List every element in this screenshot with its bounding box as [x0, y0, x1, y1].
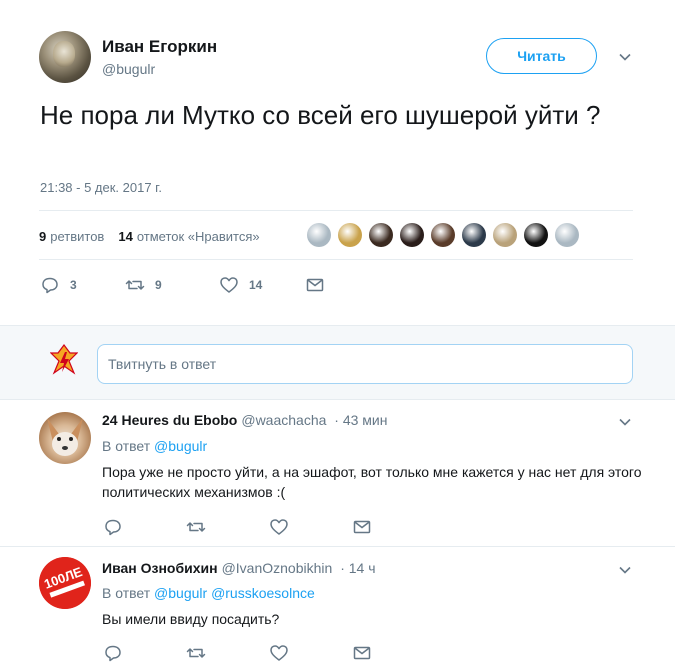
like-action[interactable]: 14	[219, 275, 305, 295]
reply-avatar[interactable]: 100ЛЕ	[39, 557, 91, 609]
retweet-action[interactable]: 9	[125, 275, 219, 295]
reply-actions	[103, 517, 372, 537]
reply-author[interactable]: Иван Ознобихин @IvanOznobikhin · 14 ч	[102, 560, 376, 576]
follow-button[interactable]: Читать	[486, 38, 597, 74]
likes-label: отметок «Нравится»	[136, 229, 260, 244]
reply-tweet[interactable]: 24 Heures du Ebobo @waachacha · 43 мин В …	[0, 400, 675, 546]
reply-avatar[interactable]	[39, 412, 91, 464]
reply-text: Вы имели ввиду посадить?	[102, 611, 280, 627]
mention-link[interactable]: @russkoesolnce	[211, 585, 315, 601]
lightning-icon	[50, 344, 78, 375]
reply-input[interactable]: Твитнуть в ответ	[97, 344, 633, 384]
envelope-icon[interactable]	[352, 643, 372, 663]
envelope-icon	[306, 278, 324, 292]
reply-prefix: В ответ	[102, 438, 151, 454]
reply-action[interactable]: 3	[40, 275, 125, 295]
message-action[interactable]	[305, 275, 325, 295]
mention-link[interactable]: @bugulr	[154, 438, 207, 454]
chevron-down-icon[interactable]	[618, 50, 632, 64]
liker-avatar[interactable]	[369, 223, 393, 247]
reply-text: Пора уже не просто уйти, а на эшафот, во…	[102, 464, 642, 500]
liker-avatar[interactable]	[524, 223, 548, 247]
liker-avatar[interactable]	[462, 223, 486, 247]
reply-composer: Твитнуть в ответ	[0, 325, 675, 400]
reply-context: В ответ @bugulr @russkoesolnce	[102, 585, 315, 601]
envelope-icon[interactable]	[352, 517, 372, 537]
author-avatar[interactable]	[39, 31, 91, 83]
logo-avatar-image: 100ЛЕ	[39, 557, 91, 609]
author-name[interactable]: Иван Егоркин	[102, 37, 217, 57]
retweet-icon[interactable]	[186, 517, 206, 537]
heart-icon[interactable]	[269, 643, 289, 663]
liker-avatars	[307, 223, 579, 247]
retweets-count: 9	[39, 229, 47, 244]
reply-context: В ответ @bugulr	[102, 438, 207, 454]
author-handle[interactable]: @bugulr	[102, 61, 155, 77]
retweets-stat[interactable]: 9 ретвитов	[39, 229, 104, 244]
retweet-icon	[125, 280, 145, 290]
reply-icon	[42, 277, 58, 294]
liker-avatar[interactable]	[555, 223, 579, 247]
retweet-count: 9	[155, 278, 162, 292]
retweets-label: ретвитов	[50, 229, 105, 244]
mention-link[interactable]: @bugulr	[154, 585, 207, 601]
tweet-timestamp[interactable]: 21:38 - 5 дек. 2017 г.	[40, 180, 162, 195]
liker-avatar[interactable]	[400, 223, 424, 247]
reply-author-handle: @IvanOznobikhin	[221, 560, 333, 576]
reply-actions	[103, 643, 372, 663]
liker-avatar[interactable]	[307, 223, 331, 247]
retweet-icon[interactable]	[186, 643, 206, 663]
reply-icon[interactable]	[103, 517, 123, 537]
reply-author-name: 24 Heures du Ebobo	[102, 412, 238, 428]
chevron-down-icon[interactable]	[618, 415, 632, 429]
heart-icon[interactable]	[269, 517, 289, 537]
heart-icon	[220, 277, 238, 293]
liker-avatar[interactable]	[338, 223, 362, 247]
reply-author-name: Иван Ознобихин	[102, 560, 218, 576]
reply-count: 3	[70, 278, 77, 292]
reply-time[interactable]: · 43 мин	[334, 412, 387, 428]
tweet-actions: 3 9 14	[40, 275, 325, 295]
liker-avatar[interactable]	[431, 223, 455, 247]
reply-time[interactable]: · 14 ч	[340, 560, 375, 576]
liker-avatar[interactable]	[493, 223, 517, 247]
tweet-stats: 9 ретвитов 14 отметок «Нравится»	[39, 229, 260, 244]
chevron-down-icon[interactable]	[618, 563, 632, 577]
reply-author[interactable]: 24 Heures du Ebobo @waachacha · 43 мин	[102, 412, 388, 428]
fox-avatar-image	[47, 418, 83, 456]
divider	[39, 210, 633, 211]
divider	[39, 259, 633, 260]
like-count: 14	[249, 278, 263, 292]
reply-icon[interactable]	[103, 643, 123, 663]
reply-prefix: В ответ	[102, 585, 151, 601]
likes-stat[interactable]: 14 отметок «Нравится»	[118, 229, 259, 244]
reply-tweet[interactable]: 100ЛЕ Иван Ознобихин @IvanOznobikhin · 14…	[0, 547, 675, 668]
reply-author-handle: @waachacha	[241, 412, 327, 428]
main-tweet: Иван Егоркин @bugulr Читать Не пора ли М…	[0, 0, 675, 325]
likes-count: 14	[118, 229, 133, 244]
tweet-text: Не пора ли Мутко со всей его шушерой уйт…	[40, 100, 601, 130]
